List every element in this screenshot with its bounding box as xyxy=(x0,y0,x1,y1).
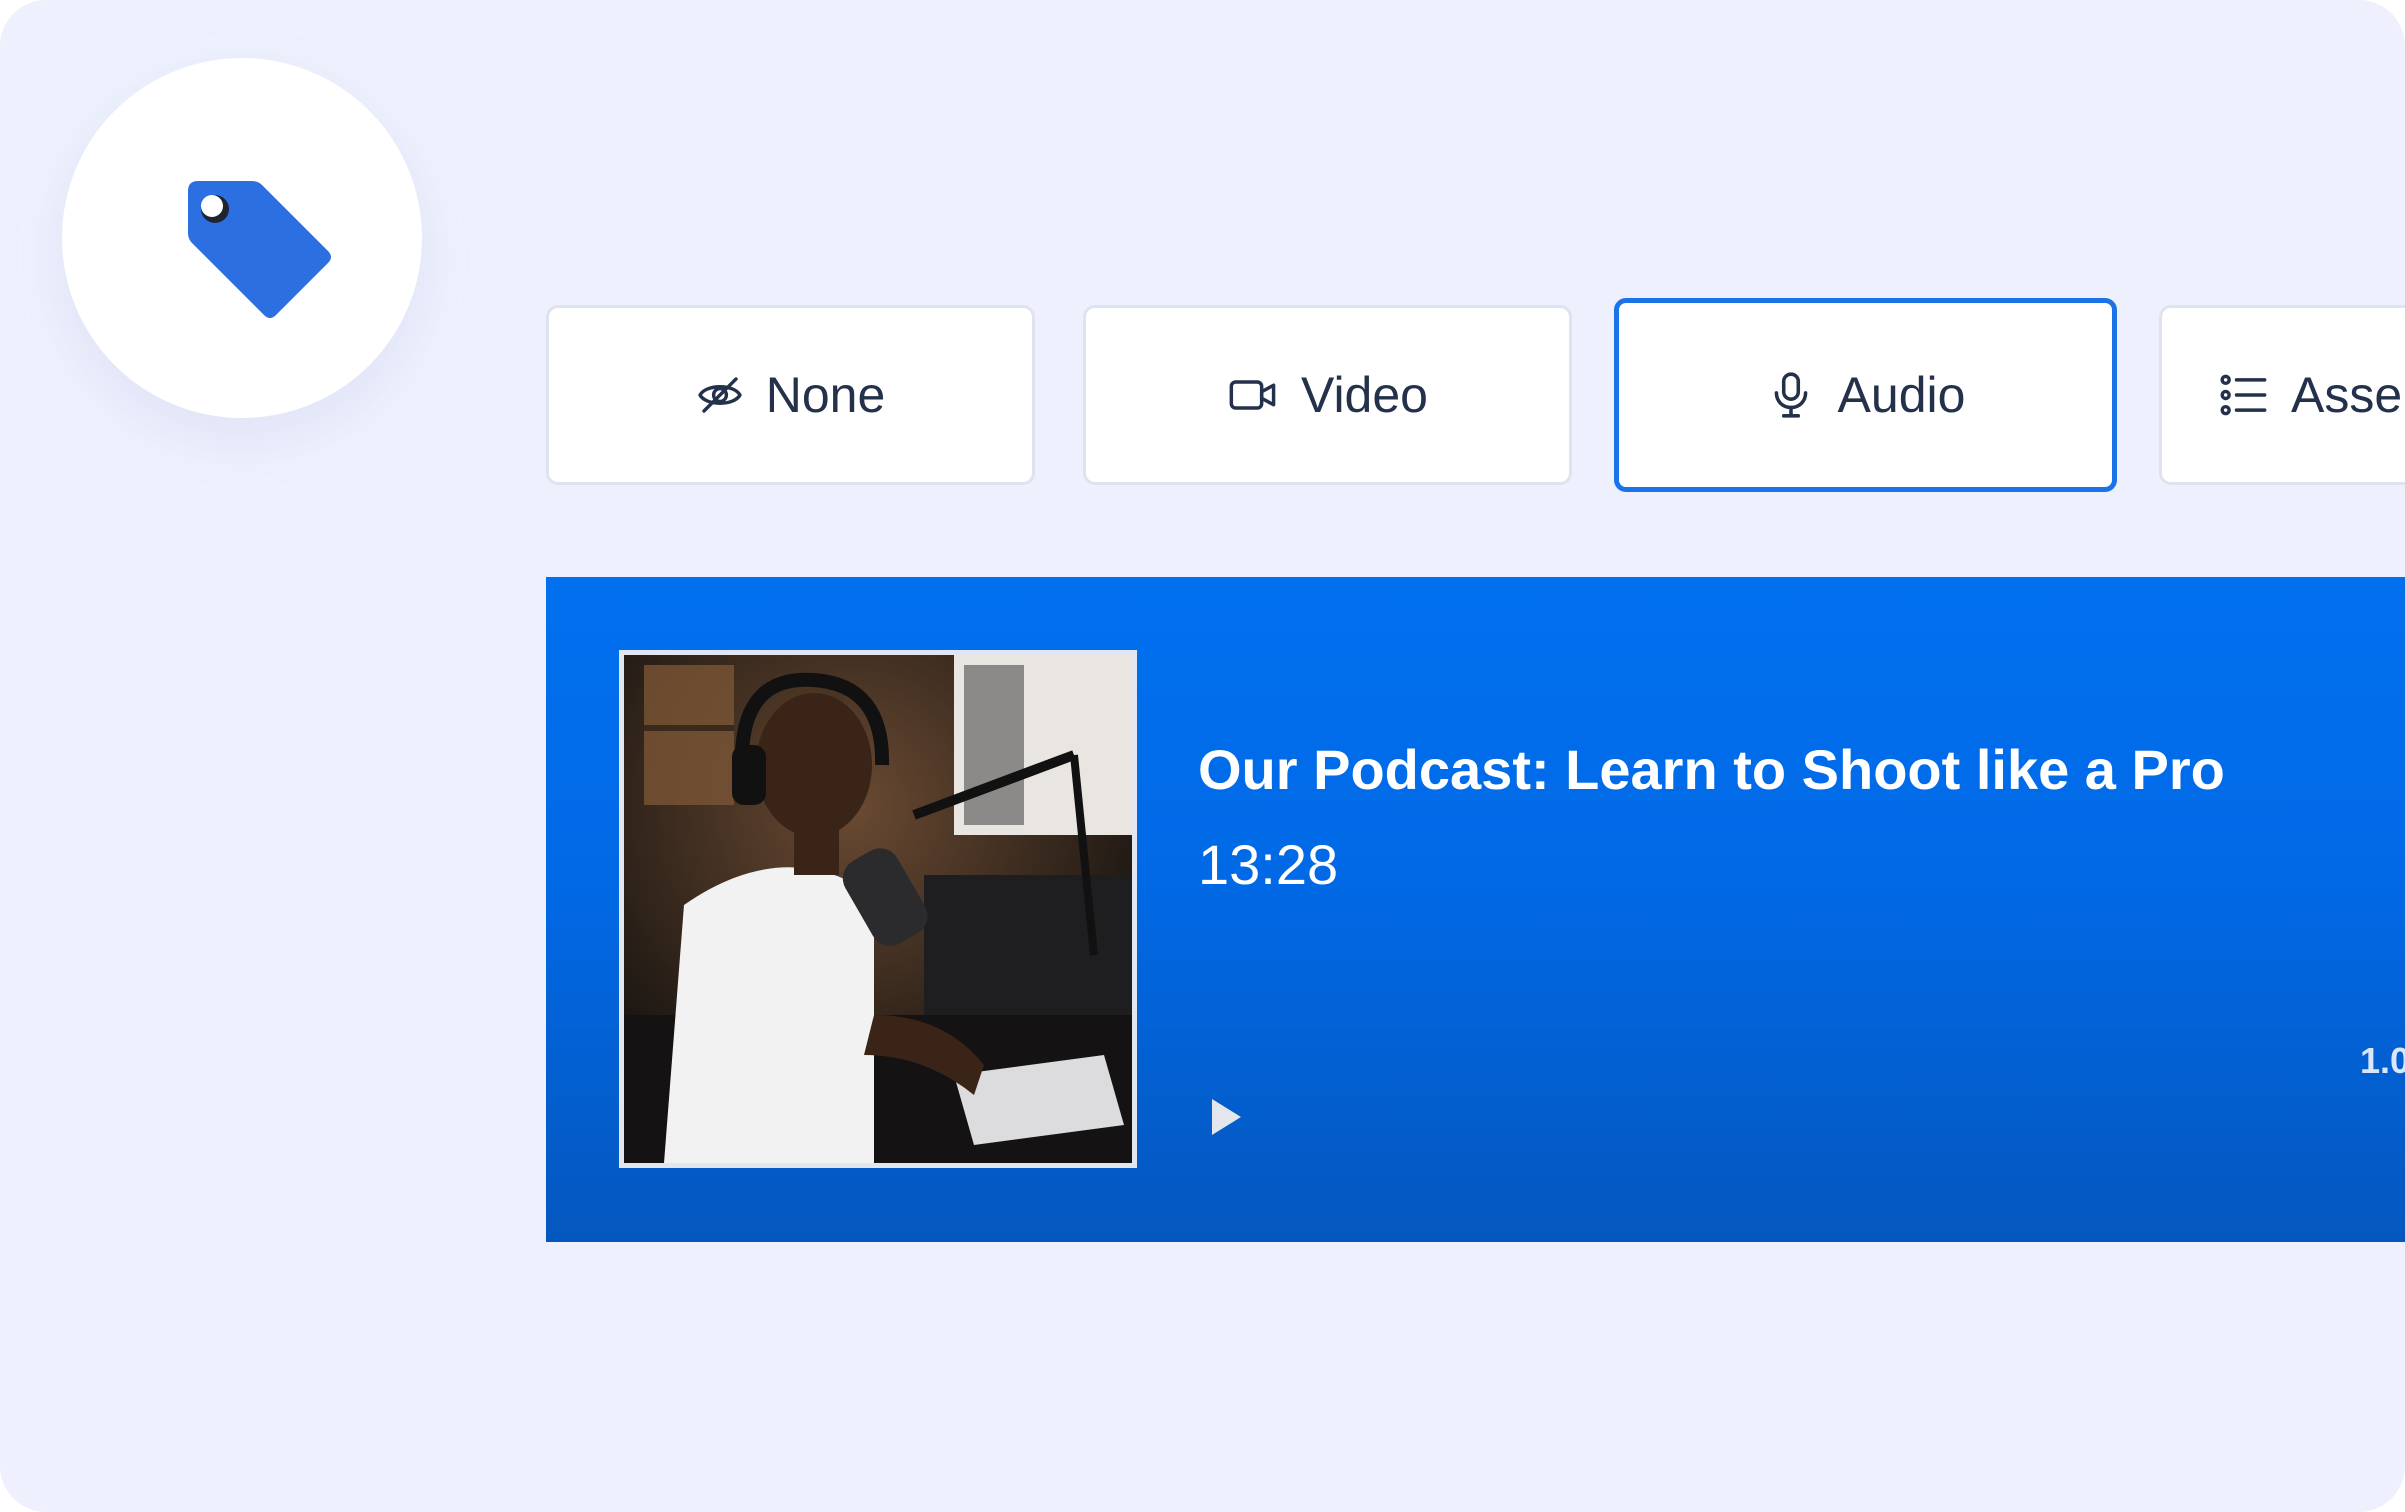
podcast-thumbnail xyxy=(619,650,1137,1168)
audio-player: Our Podcast: Learn to Shoot like a Pro 1… xyxy=(546,577,2405,1242)
eye-off-icon xyxy=(696,371,744,419)
tab-none-label: None xyxy=(765,367,886,423)
episode-duration: 13:28 xyxy=(1198,833,1339,896)
play-icon xyxy=(1212,1099,1241,1135)
list-icon xyxy=(2217,369,2269,421)
tag-badge xyxy=(62,58,422,418)
playback-speed[interactable]: 1.0 xyxy=(2360,1040,2405,1082)
tab-assets[interactable]: Asse xyxy=(2159,305,2405,485)
play-button[interactable] xyxy=(1196,1087,1256,1147)
tab-audio[interactable]: Audio xyxy=(1614,298,2117,492)
tab-assets-label: Asse xyxy=(2291,367,2403,423)
tab-none[interactable]: None xyxy=(546,305,1035,485)
tab-audio-label: Audio xyxy=(1837,367,1966,423)
microphone-icon xyxy=(1766,370,1816,420)
episode-title: Our Podcast: Learn to Shoot like a Pro xyxy=(1198,738,2225,801)
video-camera-icon xyxy=(1227,369,1279,421)
app-canvas: None Video Audio Asse Our Podcast: Learn… xyxy=(0,0,2405,1512)
tag-icon xyxy=(188,181,331,318)
tab-video[interactable]: Video xyxy=(1083,305,1572,485)
tab-video-label: Video xyxy=(1301,367,1428,423)
